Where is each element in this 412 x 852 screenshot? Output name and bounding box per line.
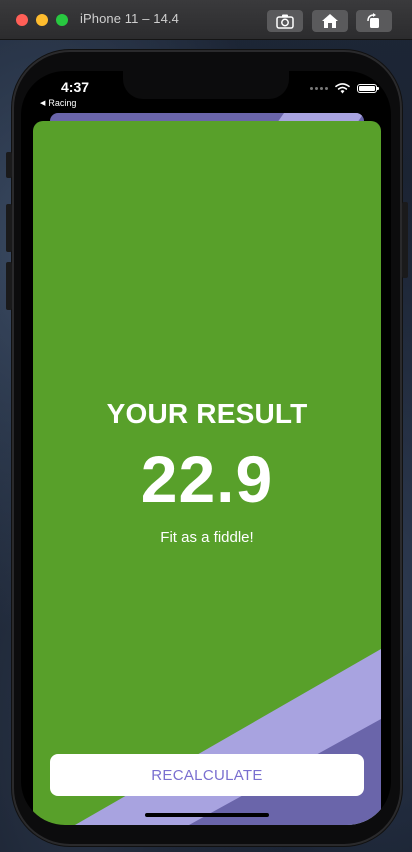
cellular-signal-icon	[310, 87, 328, 90]
rotate-button[interactable]	[356, 10, 392, 32]
home-button[interactable]	[312, 10, 348, 32]
back-triangle-icon: ◀	[40, 100, 46, 107]
ring-silent-switch[interactable]	[6, 152, 12, 178]
status-icons	[310, 83, 379, 94]
volume-up-button[interactable]	[6, 204, 12, 252]
rotate-icon	[367, 13, 379, 28]
result-sheet: YOUR RESULT 22.9 Fit as a fiddle! RECALC…	[33, 121, 381, 825]
close-window-button[interactable]	[16, 14, 28, 26]
back-app-label: Racing	[48, 98, 77, 108]
minimize-window-button[interactable]	[36, 14, 48, 26]
screenshot-icon	[276, 14, 294, 29]
wifi-icon	[335, 83, 350, 94]
result-value: 22.9	[140, 442, 274, 516]
home-indicator[interactable]	[145, 813, 269, 817]
home-icon	[322, 14, 338, 28]
side-power-button[interactable]	[402, 202, 408, 278]
result-message: Fit as a fiddle!	[160, 529, 254, 546]
device-screen: 4:37 ◀ Racing YOUR RESULT 22.9 Fit as a …	[21, 71, 391, 825]
notch	[123, 71, 289, 99]
back-to-app-link[interactable]: ◀ Racing	[40, 98, 76, 108]
battery-icon	[357, 84, 379, 93]
status-time: 4:37	[61, 79, 90, 95]
volume-down-button[interactable]	[6, 262, 12, 310]
result-title: YOUR RESULT	[106, 398, 308, 429]
simulator-title-bar: iPhone 11 – 14.4	[0, 0, 412, 40]
screenshot-button[interactable]	[267, 10, 303, 32]
zoom-window-button[interactable]	[56, 14, 68, 26]
simulator-title: iPhone 11 – 14.4	[80, 11, 179, 26]
recalculate-button[interactable]: RECALCULATE	[50, 754, 364, 796]
